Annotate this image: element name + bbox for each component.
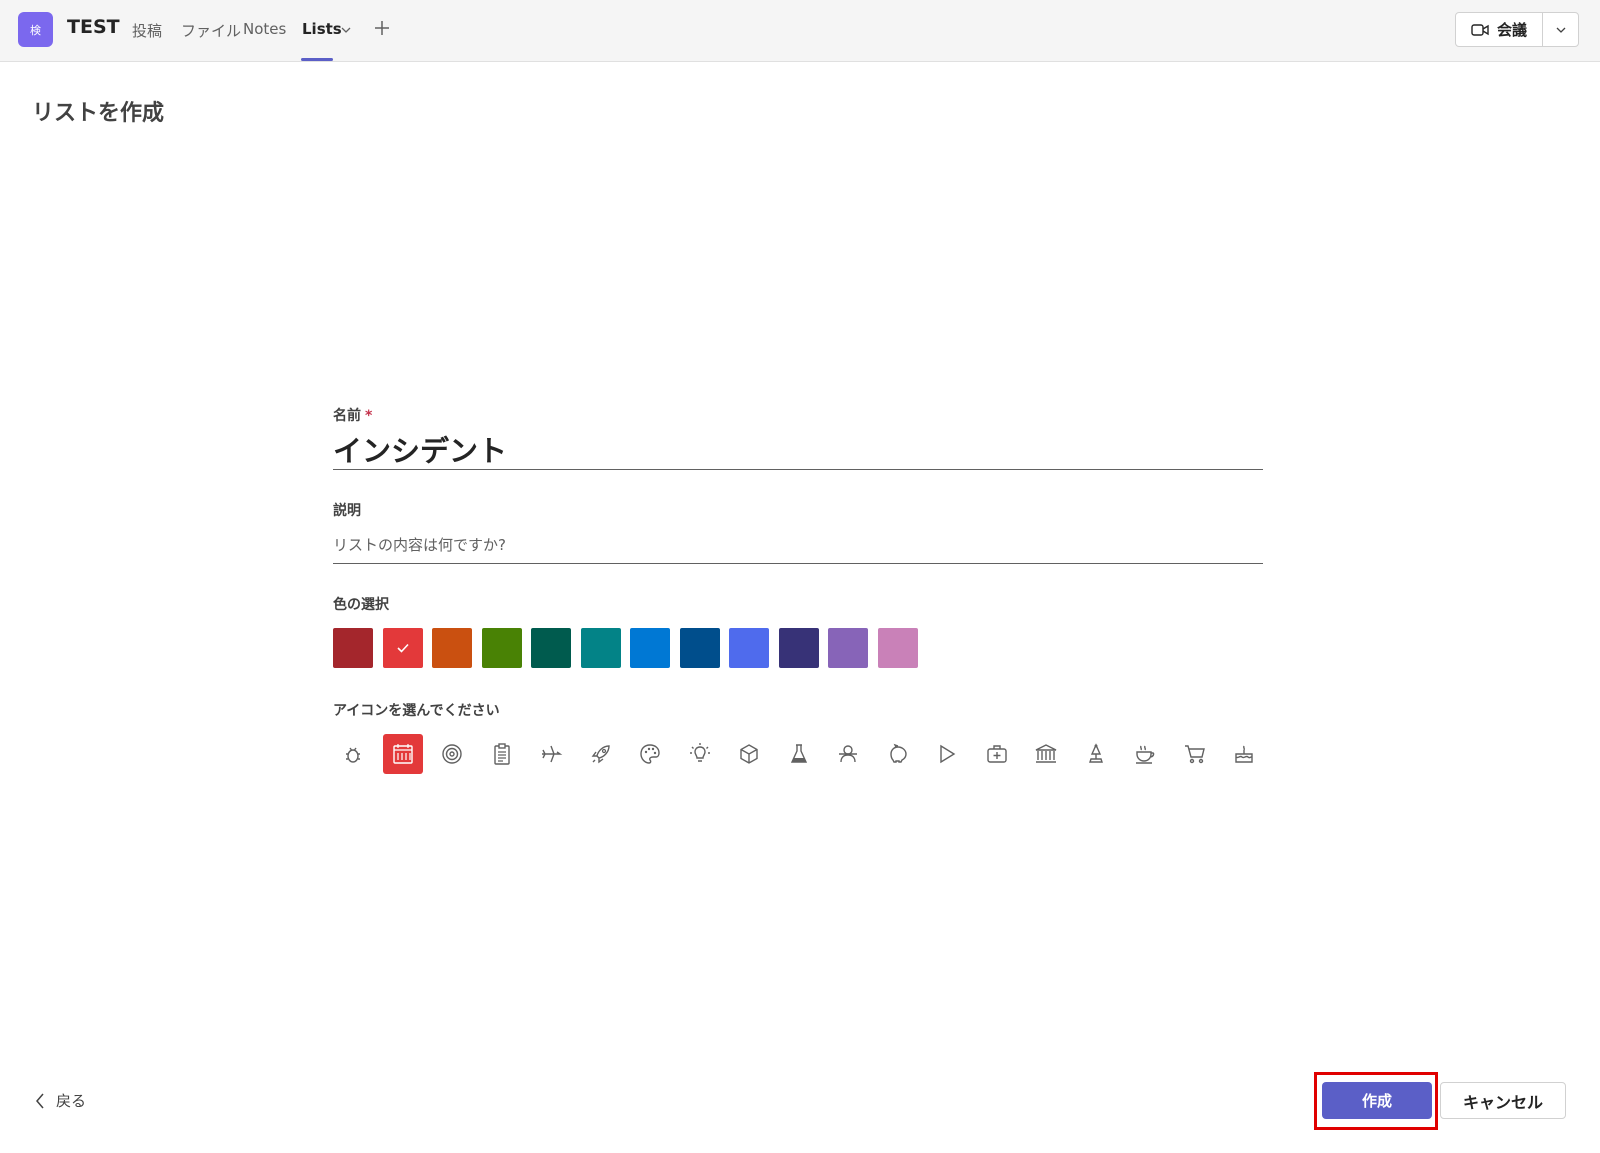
color-swatch[interactable] xyxy=(729,628,769,668)
video-camera-icon xyxy=(1471,23,1489,36)
description-field[interactable]: リストの内容は何ですか? xyxy=(333,534,1263,564)
color-swatch[interactable] xyxy=(333,628,373,668)
tab-files[interactable]: ファイル xyxy=(181,20,241,41)
color-swatch[interactable] xyxy=(383,628,423,668)
bank-icon xyxy=(1035,744,1057,763)
back-button[interactable]: 戻る xyxy=(34,1090,86,1111)
icon-option-robot[interactable] xyxy=(828,734,868,774)
cancel-button[interactable]: キャンセル xyxy=(1440,1082,1566,1119)
icon-option-bank[interactable] xyxy=(1026,734,1066,774)
color-swatch[interactable] xyxy=(581,628,621,668)
chevron-left-icon xyxy=(36,1093,44,1108)
color-swatch[interactable] xyxy=(482,628,522,668)
tab-posts[interactable]: 投稿 xyxy=(132,20,162,41)
description-label: 説明 xyxy=(333,503,361,519)
icon-option-lightbulb[interactable] xyxy=(680,734,720,774)
lightbulb-icon xyxy=(690,743,710,762)
icon-option-cart[interactable] xyxy=(1175,734,1215,774)
icon-option-cake[interactable] xyxy=(1224,734,1264,774)
icon-option-medical[interactable] xyxy=(977,734,1017,774)
icon-option-target[interactable] xyxy=(432,734,472,774)
airplane-icon xyxy=(542,745,563,763)
back-label: 戻る xyxy=(56,1092,87,1110)
robot-icon xyxy=(839,745,857,763)
icon-option-airplane[interactable] xyxy=(531,734,571,774)
clipboard-icon xyxy=(494,743,510,765)
color-swatch[interactable] xyxy=(432,628,472,668)
color-swatch[interactable] xyxy=(680,628,720,668)
calendar-icon xyxy=(393,744,413,764)
piggybank-icon xyxy=(890,743,907,763)
icon-option-beaker[interactable] xyxy=(779,734,819,774)
color-swatch[interactable] xyxy=(779,628,819,668)
coffee-icon xyxy=(1136,745,1155,764)
cake-icon xyxy=(1235,745,1253,763)
color-swatch[interactable] xyxy=(878,628,918,668)
checkmark-icon xyxy=(397,643,409,653)
tab-lists[interactable]: Lists xyxy=(302,20,342,38)
meeting-button-group: 会議 xyxy=(1455,12,1579,47)
top-bar: 検 TEST 投稿 ファイル Notes Lists 会議 xyxy=(0,0,1600,62)
cube-icon xyxy=(740,744,758,764)
add-tab-icon[interactable] xyxy=(373,19,391,37)
icon-option-rocket[interactable] xyxy=(581,734,621,774)
create-button[interactable]: 作成 xyxy=(1322,1082,1432,1119)
tab-notes[interactable]: Notes xyxy=(243,20,286,38)
color-label: 色の選択 xyxy=(333,597,389,613)
chevron-down-icon[interactable] xyxy=(340,24,352,36)
color-swatch[interactable] xyxy=(531,628,571,668)
beaker-icon xyxy=(790,744,808,763)
target-icon xyxy=(442,744,462,764)
icon-option-calendar[interactable] xyxy=(383,734,423,774)
icon-option-bug[interactable] xyxy=(333,734,373,774)
cart-icon xyxy=(1185,745,1205,764)
meet-button-label: 会議 xyxy=(1496,21,1527,39)
name-label: 名前 * xyxy=(333,408,373,424)
required-mark: * xyxy=(365,408,373,424)
meet-options-button[interactable] xyxy=(1543,13,1579,46)
team-avatar[interactable]: 検 xyxy=(18,12,53,47)
palette-icon xyxy=(640,744,660,764)
icon-option-palette[interactable] xyxy=(630,734,670,774)
name-field[interactable]: インシデント xyxy=(333,428,1263,470)
icon-option-piggybank[interactable] xyxy=(878,734,918,774)
page-title: リストを作成 xyxy=(32,101,165,126)
chevron-down-icon xyxy=(1556,27,1566,33)
bug-icon xyxy=(346,747,360,763)
icon-option-coffee[interactable] xyxy=(1125,734,1165,774)
team-name[interactable]: TEST xyxy=(67,16,120,38)
rocket-icon xyxy=(591,745,610,764)
trophy-icon xyxy=(1089,743,1103,763)
color-swatch[interactable] xyxy=(630,628,670,668)
play-icon xyxy=(940,744,956,764)
icon-option-trophy[interactable] xyxy=(1076,734,1116,774)
medical-icon xyxy=(987,745,1007,763)
color-swatch[interactable] xyxy=(828,628,868,668)
active-tab-indicator xyxy=(301,58,333,61)
icon-label: アイコンを選んでください xyxy=(333,703,500,719)
icon-option-clipboard[interactable] xyxy=(482,734,522,774)
icon-option-cube[interactable] xyxy=(729,734,769,774)
icon-option-play[interactable] xyxy=(927,734,967,774)
meet-button[interactable]: 会議 xyxy=(1456,13,1542,46)
